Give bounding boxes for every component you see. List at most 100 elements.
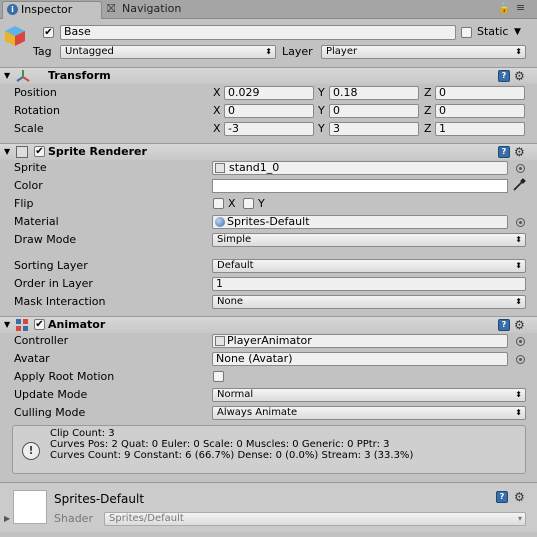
material-sphere-icon bbox=[215, 217, 225, 227]
material-section: ▶ Sprites-Default Shader Sprites/Default… bbox=[0, 482, 537, 532]
scale-z-field[interactable]: 1 bbox=[435, 122, 525, 136]
scale-x-field[interactable]: -3 bbox=[224, 122, 314, 136]
scale-y-field[interactable]: 3 bbox=[329, 122, 419, 136]
gear-icon[interactable]: ⚙ bbox=[514, 70, 525, 82]
help-icon[interactable]: ? bbox=[498, 319, 510, 331]
animator-icon bbox=[16, 319, 28, 331]
rotation-x-field[interactable]: 0 bbox=[224, 104, 314, 118]
culling-mode-label: Culling Mode bbox=[14, 406, 86, 419]
position-y-field[interactable]: 0.18 bbox=[329, 86, 419, 100]
dropdown-arrow-icon: ⬍ bbox=[515, 297, 522, 306]
order-in-layer-label: Order in Layer bbox=[14, 277, 93, 290]
help-icon[interactable]: ? bbox=[496, 491, 508, 503]
gameobject-cube-icon bbox=[4, 25, 26, 47]
dropdown-arrow-icon: ⬍ bbox=[515, 261, 522, 270]
gameobject-active-checkbox[interactable]: ✔ bbox=[43, 27, 54, 38]
object-picker-icon[interactable] bbox=[516, 337, 525, 346]
info-icon: ! bbox=[22, 442, 40, 460]
foldout-arrow-icon[interactable]: ▼ bbox=[4, 70, 10, 82]
sprite-field[interactable]: stand1_0 bbox=[212, 161, 508, 175]
transform-title: Transform bbox=[48, 69, 111, 82]
help-icon[interactable]: ? bbox=[498, 70, 510, 82]
foldout-arrow-icon[interactable]: ▶ bbox=[4, 514, 10, 524]
static-checkbox[interactable] bbox=[461, 27, 472, 38]
gameobject-name-field[interactable]: Base bbox=[60, 25, 456, 40]
rotation-x-label[interactable]: X bbox=[213, 104, 221, 118]
color-swatch[interactable] bbox=[212, 179, 508, 193]
info-icon: i bbox=[7, 4, 18, 15]
draw-mode-dropdown[interactable]: Simple ⬍ bbox=[212, 233, 526, 247]
mask-interaction-dropdown[interactable]: None ⬍ bbox=[212, 295, 526, 309]
rotation-z-field[interactable]: 0 bbox=[435, 104, 525, 118]
update-mode-label: Update Mode bbox=[14, 388, 88, 401]
tag-dropdown[interactable]: Untagged ⬍ bbox=[60, 45, 276, 59]
shader-dropdown[interactable]: Sprites/Default ▾ bbox=[104, 512, 526, 526]
eyedropper-icon[interactable] bbox=[512, 178, 526, 192]
layer-label: Layer bbox=[282, 45, 313, 58]
tag-value: Untagged bbox=[65, 46, 114, 57]
material-name: Sprites-Default bbox=[54, 492, 145, 506]
material-preview bbox=[13, 490, 47, 524]
layer-dropdown[interactable]: Player ⬍ bbox=[321, 45, 526, 59]
apply-root-motion-checkbox[interactable] bbox=[213, 371, 224, 382]
gameobject-header: ✔ Base Static ▼ Tag Untagged ⬍ Layer Play… bbox=[0, 20, 537, 66]
animator-header[interactable]: ▼ ✔ Animator ? ⚙ bbox=[0, 316, 537, 333]
controller-field[interactable]: PlayerAnimator bbox=[212, 334, 508, 348]
rotation-z-label[interactable]: Z bbox=[424, 104, 432, 118]
position-z-field[interactable]: 0 bbox=[435, 86, 525, 100]
help-icon[interactable]: ? bbox=[498, 146, 510, 158]
sorting-layer-dropdown[interactable]: Default ⬍ bbox=[212, 259, 526, 273]
tab-inspector[interactable]: i Inspector bbox=[2, 1, 102, 19]
flip-y-checkbox[interactable] bbox=[243, 198, 254, 209]
animator-enabled-checkbox[interactable]: ✔ bbox=[34, 319, 45, 330]
transform-header[interactable]: ▼ Transform ? ⚙ bbox=[0, 67, 537, 84]
flip-x-checkbox[interactable] bbox=[213, 198, 224, 209]
sprite-renderer-enabled-checkbox[interactable]: ✔ bbox=[34, 146, 45, 157]
sprite-renderer-header[interactable]: ▼ ✔ Sprite Renderer ? ⚙ bbox=[0, 143, 537, 160]
dropdown-arrow-icon: ⬍ bbox=[515, 235, 522, 244]
tab-navigation-label: Navigation bbox=[122, 2, 182, 15]
color-label: Color bbox=[14, 179, 43, 192]
lock-icon[interactable]: 🔒 bbox=[498, 3, 510, 15]
culling-mode-dropdown[interactable]: Always Animate ⬍ bbox=[212, 406, 526, 420]
foldout-arrow-icon[interactable]: ▼ bbox=[4, 319, 10, 331]
flip-x-label: X bbox=[228, 197, 236, 210]
shader-label: Shader bbox=[54, 512, 93, 525]
material-label: Material bbox=[14, 215, 59, 228]
sprite-renderer-icon bbox=[16, 146, 28, 158]
position-x-field[interactable]: 0.029 bbox=[224, 86, 314, 100]
gear-icon[interactable]: ⚙ bbox=[514, 319, 525, 331]
material-field[interactable]: Sprites-Default bbox=[212, 215, 508, 229]
dropdown-arrow-icon: ⬍ bbox=[265, 47, 272, 56]
scale-label: Scale bbox=[14, 122, 44, 135]
gear-icon[interactable]: ⚙ bbox=[514, 491, 525, 503]
menu-icon[interactable]: ≡ bbox=[516, 2, 525, 14]
scale-z-label[interactable]: Z bbox=[424, 122, 432, 136]
static-label: Static bbox=[477, 25, 509, 38]
tab-navigation[interactable]: ⛝ Navigation bbox=[104, 2, 214, 18]
draw-mode-label: Draw Mode bbox=[14, 233, 77, 246]
position-y-label[interactable]: Y bbox=[318, 86, 325, 100]
order-in-layer-field[interactable]: 1 bbox=[212, 277, 526, 291]
gear-icon[interactable]: ⚙ bbox=[514, 146, 525, 158]
position-x-label[interactable]: X bbox=[213, 86, 221, 100]
avatar-field[interactable]: None (Avatar) bbox=[212, 352, 508, 366]
object-picker-icon[interactable] bbox=[516, 164, 525, 173]
static-dropdown-arrow-icon[interactable]: ▼ bbox=[514, 26, 521, 38]
object-picker-icon[interactable] bbox=[516, 355, 525, 364]
scale-y-label[interactable]: Y bbox=[318, 122, 325, 136]
sprite-asset-icon bbox=[215, 163, 225, 173]
scale-x-label[interactable]: X bbox=[213, 122, 221, 136]
rotation-y-label[interactable]: Y bbox=[318, 104, 325, 118]
controller-asset-icon bbox=[215, 336, 225, 346]
update-mode-value: Normal bbox=[217, 389, 254, 400]
foldout-arrow-icon[interactable]: ▼ bbox=[4, 146, 10, 158]
info-curves-count: Curves Count: 9 Constant: 6 (66.7%) Dens… bbox=[50, 450, 414, 461]
culling-mode-value: Always Animate bbox=[217, 407, 298, 418]
position-z-label[interactable]: Z bbox=[424, 86, 432, 100]
controller-value: PlayerAnimator bbox=[227, 334, 312, 347]
object-picker-icon[interactable] bbox=[516, 218, 525, 227]
sorting-layer-value: Default bbox=[217, 260, 254, 271]
rotation-y-field[interactable]: 0 bbox=[329, 104, 419, 118]
update-mode-dropdown[interactable]: Normal ⬍ bbox=[212, 388, 526, 402]
